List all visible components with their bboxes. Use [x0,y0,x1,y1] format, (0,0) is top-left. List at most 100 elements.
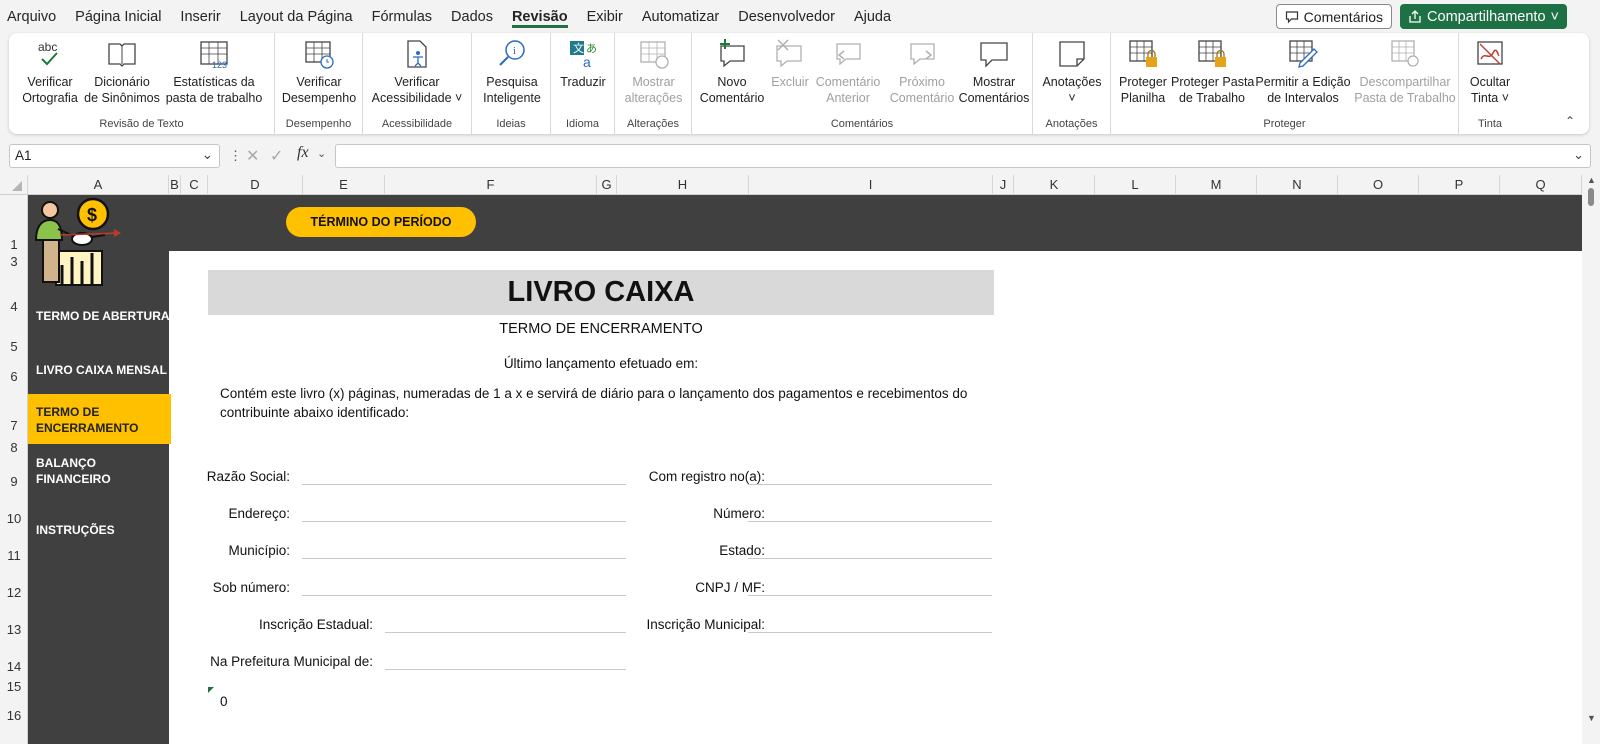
row-header-3[interactable]: 3 [0,254,28,269]
column-header-i[interactable]: I [749,175,993,195]
function-icon[interactable]: fx [297,144,309,162]
delete-comment-button[interactable]: Excluir [770,38,810,90]
row-header-12[interactable]: 12 [0,585,28,600]
column-header-n[interactable]: N [1257,175,1338,195]
column-header-a[interactable]: A [28,175,169,195]
razao-social-label: Razão Social: [206,469,290,484]
inscricao-municipal-field[interactable] [748,632,992,633]
column-header-m[interactable]: M [1176,175,1257,195]
inscricao-estadual-field[interactable] [385,632,626,633]
column-header-o[interactable]: O [1338,175,1419,195]
column-header-j[interactable]: J [993,175,1014,195]
new-comment-button[interactable]: Novo Comentário [692,38,772,106]
endereco-field[interactable] [302,521,626,522]
menu-desenvolvedor[interactable]: Desenvolvedor [738,7,835,27]
comments-button[interactable]: Comentários [1275,4,1393,29]
column-header-f[interactable]: F [385,175,597,195]
scroll-up-icon[interactable]: ▲ [1587,175,1596,185]
column-header-h[interactable]: H [617,175,749,195]
column-header-e[interactable]: E [303,175,385,195]
municipio-field[interactable] [302,558,626,559]
performance-button[interactable]: Verificar Desempenho [277,38,361,106]
column-header-q[interactable]: Q [1500,175,1582,195]
notes-button[interactable]: Anotações ˅ [1035,38,1109,106]
nav-livro-caixa-mensal[interactable]: LIVRO CAIXA MENSAL [28,362,175,378]
column-header-d[interactable]: D [208,175,303,195]
chevron-down-icon[interactable]: ⌄ [202,147,213,163]
row-header-6[interactable]: 6 [0,369,28,384]
menu-layout[interactable]: Layout da Página [240,7,353,27]
row-header-4[interactable]: 4 [0,299,28,314]
protect-sheet-button[interactable]: Proteger Planilha [1115,38,1171,106]
row-header-9[interactable]: 9 [0,474,28,489]
menu-ajuda[interactable]: Ajuda [854,7,891,27]
menu-automatizar[interactable]: Automatizar [642,7,719,27]
column-header-p[interactable]: P [1419,175,1500,195]
numero-field[interactable] [748,521,992,522]
nav-instrucoes[interactable]: INSTRUÇÕES [28,522,175,538]
column-header-k[interactable]: K [1014,175,1095,195]
row-header-10[interactable]: 10 [0,511,28,526]
periodo-button[interactable]: TÉRMINO DO PERÍODO [286,207,476,237]
confirm-icon[interactable]: ✓ [270,146,283,166]
column-header-l[interactable]: L [1095,175,1176,195]
row-header-8[interactable]: 8 [0,440,28,455]
allow-edit-ranges-button[interactable]: Permitir a Edição de Intervalos [1253,38,1353,106]
column-header-b[interactable]: B [169,175,181,195]
row-header-5[interactable]: 5 [0,339,28,354]
row-header-13[interactable]: 13 [0,622,28,637]
spelling-button[interactable]: abc Verificar Ortografia [17,38,83,106]
row-header-1[interactable]: 1 [0,237,28,252]
scrollbar-thumb[interactable] [1588,188,1594,206]
prefeitura-municipal-field[interactable] [385,669,626,670]
select-all-corner[interactable] [0,175,28,195]
row-header-7[interactable]: 7 [0,418,28,433]
show-comments-button[interactable]: Mostrar Comentários [956,38,1032,106]
collapse-ribbon-icon[interactable]: ⌃ [1565,114,1575,128]
expand-formula-icon[interactable]: ⌄ [1573,147,1584,163]
cnpj-field[interactable] [748,595,992,596]
nav-balanco-financeiro[interactable]: BALANÇO FINANCEIRO [28,455,138,487]
menu-pagina-inicial[interactable]: Página Inicial [75,7,161,27]
smart-lookup-button[interactable]: i Pesquisa Inteligente [475,38,549,106]
protect-workbook-button[interactable]: Proteger Pasta de Trabalho [1171,38,1254,106]
name-box[interactable]: A1 ⌄ [9,144,220,168]
show-changes-button[interactable]: Mostrar alterações [617,38,690,106]
estado-field[interactable] [748,558,992,559]
formula-input[interactable]: ⌄ [335,144,1591,168]
previous-comment-button[interactable]: Comentário Anterior [810,38,886,106]
vertical-scrollbar[interactable]: ▲ ▼ [1582,175,1600,744]
stats-button[interactable]: 123 Estatísticas da pasta de trabalho [161,38,267,106]
menu-arquivo[interactable]: Arquivo [7,7,56,27]
column-header-g[interactable]: G [597,175,617,195]
column-header-c[interactable]: C [181,175,208,195]
next-comment-button[interactable]: Próximo Comentário [886,38,958,106]
allow-edit-ranges-label: Permitir a Edição de Intervalos [1255,75,1351,105]
razao-social-field[interactable] [302,484,626,485]
menu-exibir[interactable]: Exibir [587,7,623,27]
thesaurus-button[interactable]: Dicionário de Sinônimos [83,38,161,106]
nav-termo-abertura[interactable]: TERMO DE ABERTURA [28,308,175,324]
nav-termo-encerramento[interactable]: TERMO DE ENCERRAMENTO [28,394,171,444]
row-header-15[interactable]: 15 [0,679,28,694]
translate-button[interactable]: 文aあ Traduzir [553,38,613,90]
chevron-down-icon[interactable]: ⌄ [317,147,326,160]
scroll-down-icon[interactable]: ▼ [1587,713,1596,723]
menu-dados[interactable]: Dados [451,7,493,27]
share-button[interactable]: Compartilhamento ˅ [1400,4,1567,29]
cancel-icon[interactable]: ✕ [246,146,259,166]
row-header-16[interactable]: 16 [0,708,28,723]
menu-revisao[interactable]: Revisão [511,7,568,28]
row-header-11[interactable]: 11 [0,548,28,563]
zero-value[interactable]: 0 [220,694,228,709]
registro-field[interactable] [748,484,992,485]
menu-inserir[interactable]: Inserir [180,7,220,27]
hide-ink-button[interactable]: Ocultar Tinta ˅ [1461,38,1519,106]
row-header-14[interactable]: 14 [0,659,28,674]
menu-formulas[interactable]: Fórmulas [372,7,432,27]
more-icon[interactable]: ⋮ [229,148,242,164]
sob-numero-field[interactable] [302,595,626,596]
accessibility-button[interactable]: Verificar Acessibilidade ˅ [367,38,467,106]
unshare-workbook-button[interactable]: Descompartilhar Pasta de Trabalho [1353,38,1457,106]
worksheet[interactable]: TÉRMINO DO PERÍODO $ TERMO DE ABERTURA L… [28,195,1582,744]
